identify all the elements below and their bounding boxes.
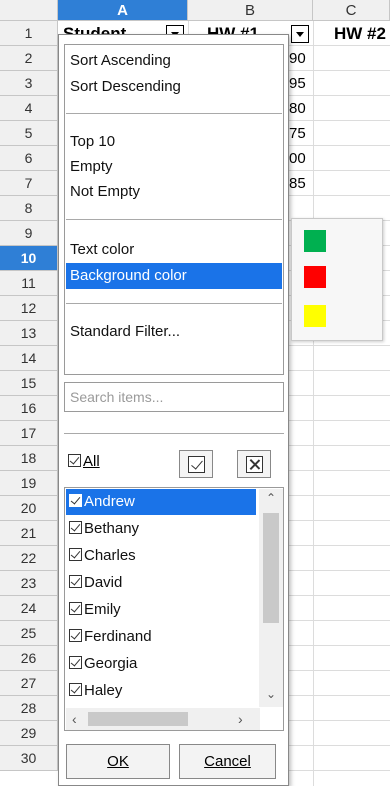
checkbox-checked-icon (69, 683, 82, 696)
scrollbar-thumb[interactable] (88, 712, 188, 726)
cell-b2[interactable]: 90 (289, 46, 306, 71)
color-swatch-green[interactable] (304, 230, 326, 252)
menu-not-empty[interactable]: Not Empty (66, 179, 282, 205)
menu-separator (66, 219, 282, 220)
row-header-18[interactable]: 18 (0, 446, 58, 471)
row-header-16[interactable]: 16 (0, 396, 58, 421)
chevron-down-icon[interactable]: ⌄ (266, 687, 276, 701)
menu-standard-filter[interactable]: Standard Filter... (66, 319, 282, 345)
row-header-3[interactable]: 3 (0, 71, 58, 96)
list-item[interactable]: Charles (66, 543, 256, 569)
chevron-up-icon[interactable]: ⌃ (266, 491, 276, 505)
chevron-left-icon[interactable]: ‹ (72, 711, 77, 727)
cell-b3[interactable]: 95 (289, 71, 306, 96)
checkbox-checked-icon (69, 656, 82, 669)
horizontal-scrollbar[interactable]: ‹ › (66, 708, 260, 730)
list-item[interactable]: Emily (66, 597, 256, 623)
row-header-24[interactable]: 24 (0, 596, 58, 621)
x-icon (246, 456, 263, 473)
row-header-4[interactable]: 4 (0, 96, 58, 121)
menu-background-color[interactable]: Background color (66, 263, 282, 289)
checkbox-checked-icon (69, 521, 82, 534)
checkbox-checked-icon (69, 575, 82, 588)
menu-text-color[interactable]: Text color (66, 237, 282, 263)
row-header-26[interactable]: 26 (0, 646, 58, 671)
row-header-12[interactable]: 12 (0, 296, 58, 321)
list-item[interactable]: Bethany (66, 516, 256, 542)
row-header-15[interactable]: 15 (0, 371, 58, 396)
menu-sort-descending[interactable]: Sort Descending (66, 74, 282, 100)
separator (64, 433, 284, 434)
list-item[interactable]: Ferdinand (66, 624, 256, 650)
vertical-scrollbar[interactable]: ⌃ ⌄ (259, 489, 283, 707)
uncheck-all-button[interactable] (237, 450, 271, 478)
row-header-21[interactable]: 21 (0, 521, 58, 546)
checkbox-checked-icon (68, 454, 81, 467)
row-header-20[interactable]: 20 (0, 496, 58, 521)
row-header-14[interactable]: 14 (0, 346, 58, 371)
row-header-13[interactable]: 13 (0, 321, 58, 346)
checkbox-checked-icon (69, 548, 82, 561)
row-header-29[interactable]: 29 (0, 721, 58, 746)
row-header-1[interactable]: 1 (0, 21, 58, 46)
checkmark-icon (188, 456, 205, 473)
row-header-11[interactable]: 11 (0, 271, 58, 296)
cancel-button[interactable]: Cancel (179, 744, 276, 779)
row-header-8[interactable]: 8 (0, 196, 58, 221)
scrollbar-thumb[interactable] (263, 513, 279, 623)
row-header-7[interactable]: 7 (0, 171, 58, 196)
row-header-22[interactable]: 22 (0, 546, 58, 571)
all-label: All (83, 453, 100, 470)
background-color-submenu (291, 218, 383, 341)
column-header-a[interactable]: A (58, 0, 188, 21)
row-header-23[interactable]: 23 (0, 571, 58, 596)
color-swatch-red[interactable] (304, 266, 326, 288)
menu-sort-ascending[interactable]: Sort Ascending (66, 48, 282, 74)
filter-menu: Sort Ascending Sort Descending Top 10 Em… (64, 44, 284, 375)
items-list: Andrew Bethany Charles David Emily Ferdi… (64, 487, 284, 731)
select-all-checkbox[interactable]: All (68, 453, 100, 470)
color-swatch-yellow[interactable] (304, 305, 326, 327)
row-header-5[interactable]: 5 (0, 121, 58, 146)
select-all-corner[interactable] (0, 0, 58, 21)
check-all-button[interactable] (179, 450, 213, 478)
row-header-9[interactable]: 9 (0, 221, 58, 246)
cell-c1[interactable]: HW #2 (334, 21, 386, 46)
cell-b7[interactable]: 85 (289, 171, 306, 196)
list-item[interactable]: David (66, 570, 256, 596)
checkbox-checked-icon (69, 494, 82, 507)
autofilter-button-b[interactable] (291, 25, 309, 43)
row-header-25[interactable]: 25 (0, 621, 58, 646)
list-item[interactable]: Haley (66, 678, 256, 704)
checkbox-checked-icon (69, 602, 82, 615)
row-header-10[interactable]: 10 (0, 246, 58, 271)
cell-b5[interactable]: 75 (289, 121, 306, 146)
menu-empty[interactable]: Empty (66, 154, 282, 180)
autofilter-popup: Sort Ascending Sort Descending Top 10 Em… (58, 34, 289, 786)
cell-b4[interactable]: 80 (289, 96, 306, 121)
row-header-6[interactable]: 6 (0, 146, 58, 171)
list-item[interactable]: Andrew (66, 489, 256, 515)
column-header-c[interactable]: C (313, 0, 390, 21)
row-header-2[interactable]: 2 (0, 46, 58, 71)
ok-button[interactable]: OK (66, 744, 170, 779)
menu-separator (66, 303, 282, 304)
row-header-27[interactable]: 27 (0, 671, 58, 696)
list-item[interactable]: Georgia (66, 651, 256, 677)
column-header-b[interactable]: B (188, 0, 313, 21)
checkbox-checked-icon (69, 629, 82, 642)
cell-b6[interactable]: 00 (289, 146, 306, 171)
row-header-17[interactable]: 17 (0, 421, 58, 446)
menu-separator (66, 113, 282, 114)
chevron-right-icon[interactable]: › (238, 711, 243, 727)
row-header-30[interactable]: 30 (0, 746, 58, 771)
menu-top-10[interactable]: Top 10 (66, 129, 282, 155)
search-items-input[interactable]: Search items... (64, 382, 284, 412)
row-header-19[interactable]: 19 (0, 471, 58, 496)
row-header-28[interactable]: 28 (0, 696, 58, 721)
